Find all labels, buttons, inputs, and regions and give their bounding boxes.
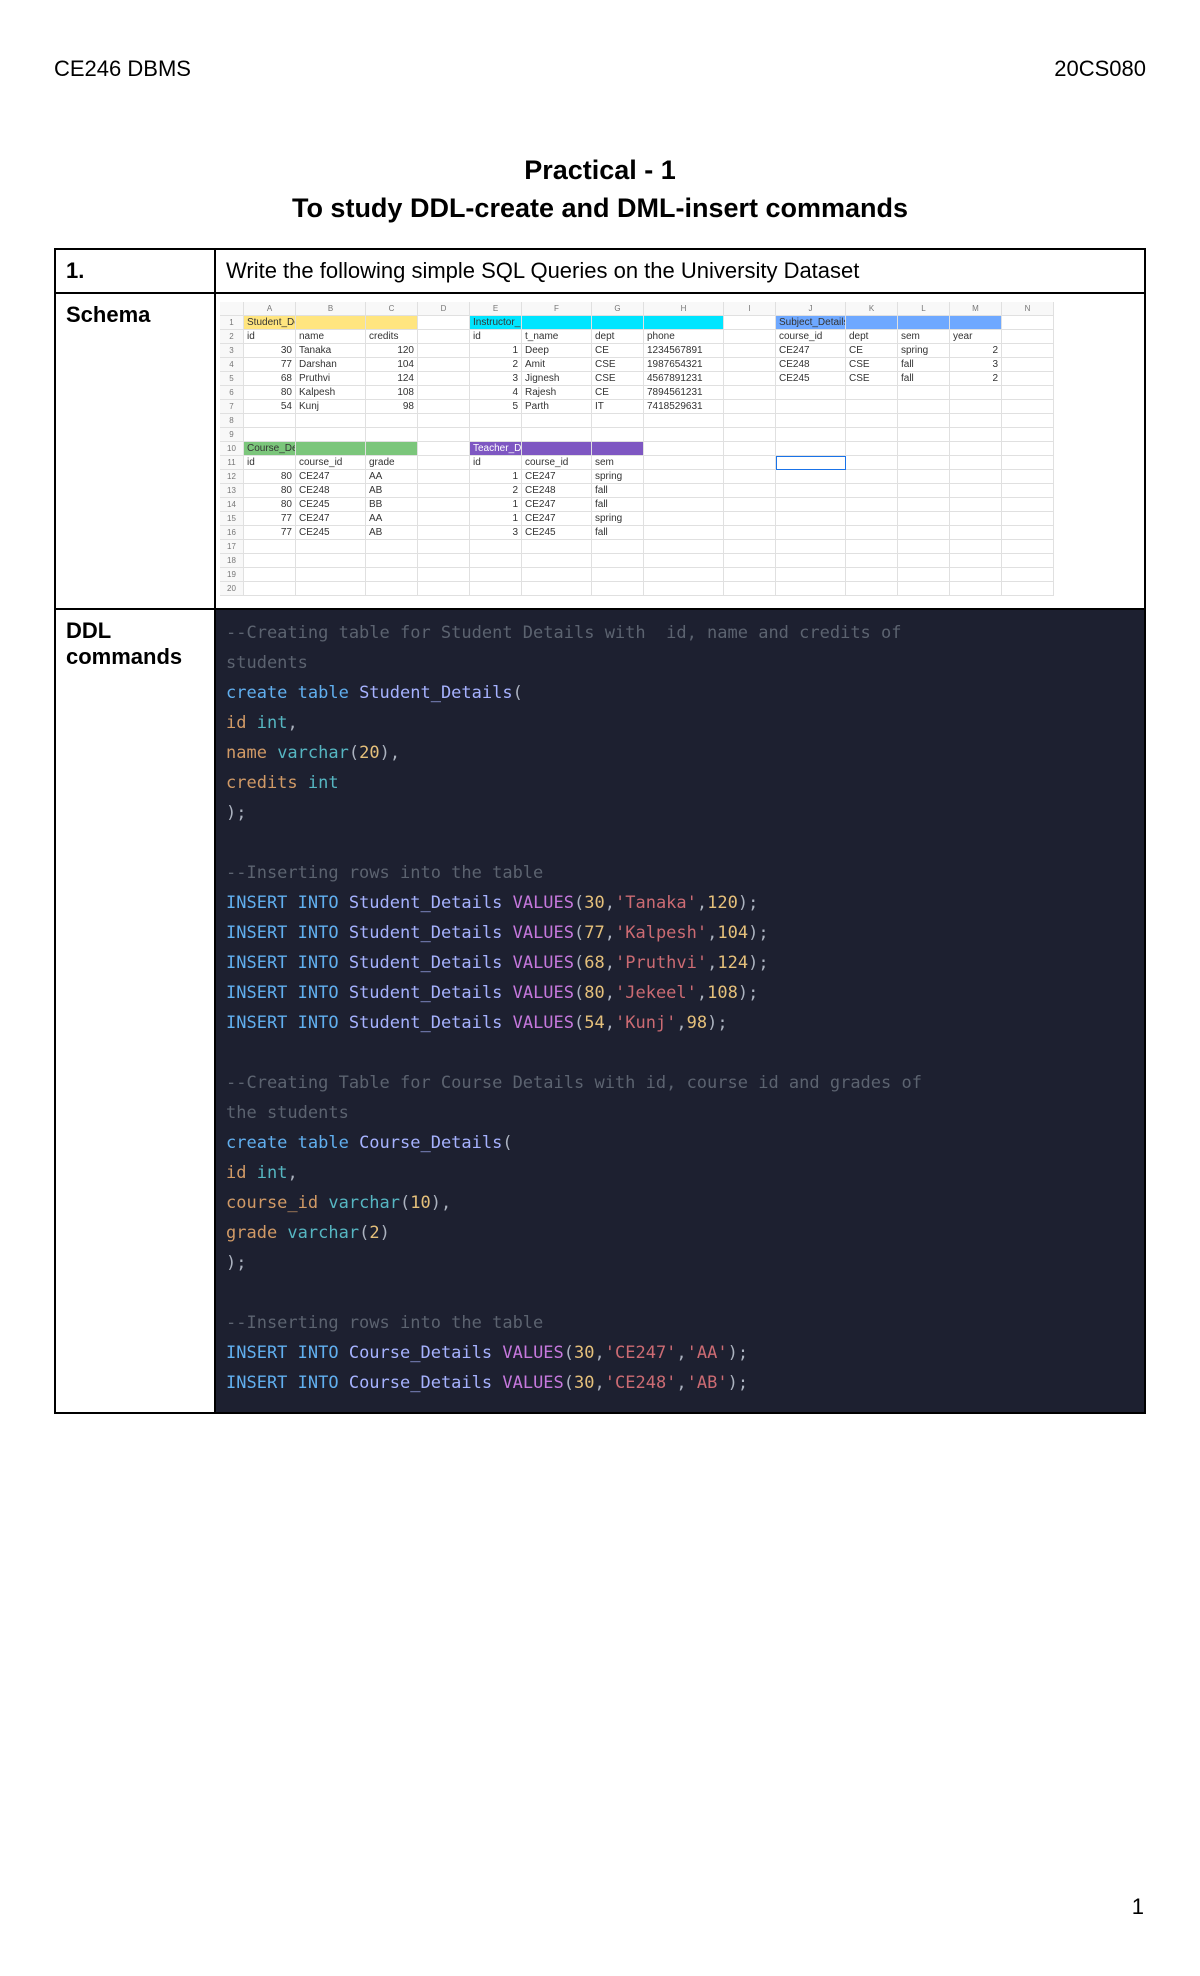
page-header: CE246 DBMS 20CS080 xyxy=(54,56,1146,82)
code-cell: --Creating table for Student Details wit… xyxy=(215,609,1145,1413)
schema-cell: ABCDEFGHIJKLMN1Student_DetailsInstructor… xyxy=(215,293,1145,609)
page: CE246 DBMS 20CS080 Practical - 1 To stud… xyxy=(0,0,1200,1470)
title-line1: Practical - 1 xyxy=(54,152,1146,190)
spreadsheet: ABCDEFGHIJKLMN1Student_DetailsInstructor… xyxy=(220,300,1140,602)
row3-label: DDL commands xyxy=(55,609,215,1413)
page-number: 1 xyxy=(1132,1894,1144,1920)
content-table: 1. Write the following simple SQL Querie… xyxy=(54,248,1146,1414)
header-left: CE246 DBMS xyxy=(54,56,191,82)
row1-label: 1. xyxy=(55,249,215,293)
header-right: 20CS080 xyxy=(1054,56,1146,82)
title-block: Practical - 1 To study DDL-create and DM… xyxy=(54,152,1146,228)
row2-label: Schema xyxy=(55,293,215,609)
title-line2: To study DDL-create and DML-insert comma… xyxy=(54,190,1146,228)
sql-code-block: --Creating table for Student Details wit… xyxy=(216,610,1144,1412)
row1-text: Write the following simple SQL Queries o… xyxy=(215,249,1145,293)
